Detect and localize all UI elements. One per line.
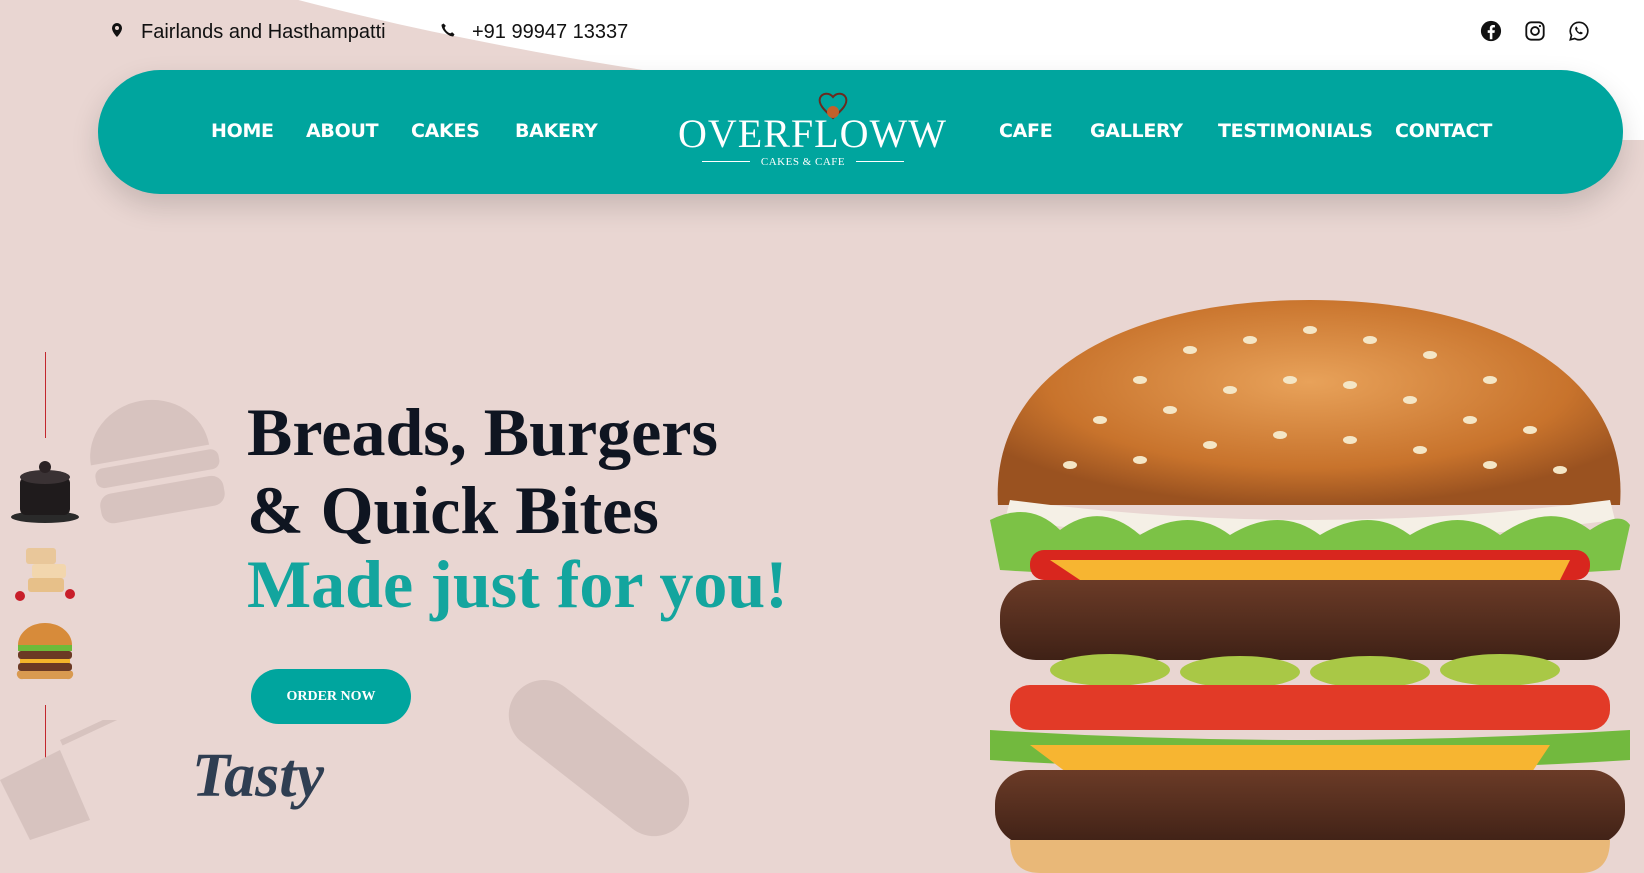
logo-divider-right (856, 161, 904, 162)
hero-burger-image (990, 300, 1630, 873)
nav-bakery[interactable]: BAKERY (515, 120, 598, 142)
burger-thumbnail[interactable] (10, 615, 80, 685)
main-navbar: HOME ABOUT CAKES BAKERY OVERFLOWW CAKES … (98, 70, 1623, 194)
sandwich-thumbnail[interactable] (10, 538, 80, 608)
nav-gallery[interactable]: GALLERY (1090, 120, 1183, 142)
location-text: Fairlands and Hasthampatti (141, 21, 386, 43)
hero-heading: Breads, Burgers & Quick Bites (247, 393, 718, 549)
nav-testimonials[interactable]: TESTIMONIALS (1218, 120, 1373, 142)
phone-icon (440, 21, 456, 44)
whatsapp-icon[interactable] (1568, 20, 1590, 42)
brand-logo[interactable]: OVERFLOWW CAKES & CAFE (678, 92, 947, 172)
chocolate-cake-thumbnail[interactable] (10, 455, 80, 525)
nav-cafe[interactable]: CAFE (999, 120, 1053, 142)
rail-line-top (45, 352, 46, 438)
order-now-button[interactable]: ORDER NOW (251, 669, 411, 724)
burger-silhouette-decoration (90, 399, 225, 524)
hero-accent-text: Made just for you! (247, 546, 788, 622)
nav-cakes[interactable]: CAKES (411, 120, 480, 142)
nav-contact[interactable]: CONTACT (1395, 120, 1492, 142)
location-info: Fairlands and Hasthampatti (109, 21, 386, 44)
logo-wordmark: OVERFLOWW (678, 111, 947, 156)
map-pin-icon (109, 21, 125, 44)
tasty-text: Tasty (192, 742, 325, 810)
logo-tagline: CAKES & CAFE (760, 156, 846, 168)
nav-about[interactable]: ABOUT (306, 120, 379, 142)
nav-home[interactable]: HOME (211, 120, 274, 142)
hotdog-silhouette-decoration (508, 679, 690, 837)
social-links (1480, 20, 1590, 42)
drink-silhouette-decoration (0, 720, 126, 840)
hero-heading-line-1: Breads, Burgers (247, 394, 718, 470)
tasty-decorative-logo: Tasty (192, 742, 325, 810)
phone-text: +91 99947 13337 (472, 21, 629, 43)
facebook-icon[interactable] (1480, 20, 1502, 42)
instagram-icon[interactable] (1524, 20, 1546, 42)
phone-info[interactable]: +91 99947 13337 (440, 21, 628, 44)
hero-heading-line-2: & Quick Bites (247, 472, 659, 548)
